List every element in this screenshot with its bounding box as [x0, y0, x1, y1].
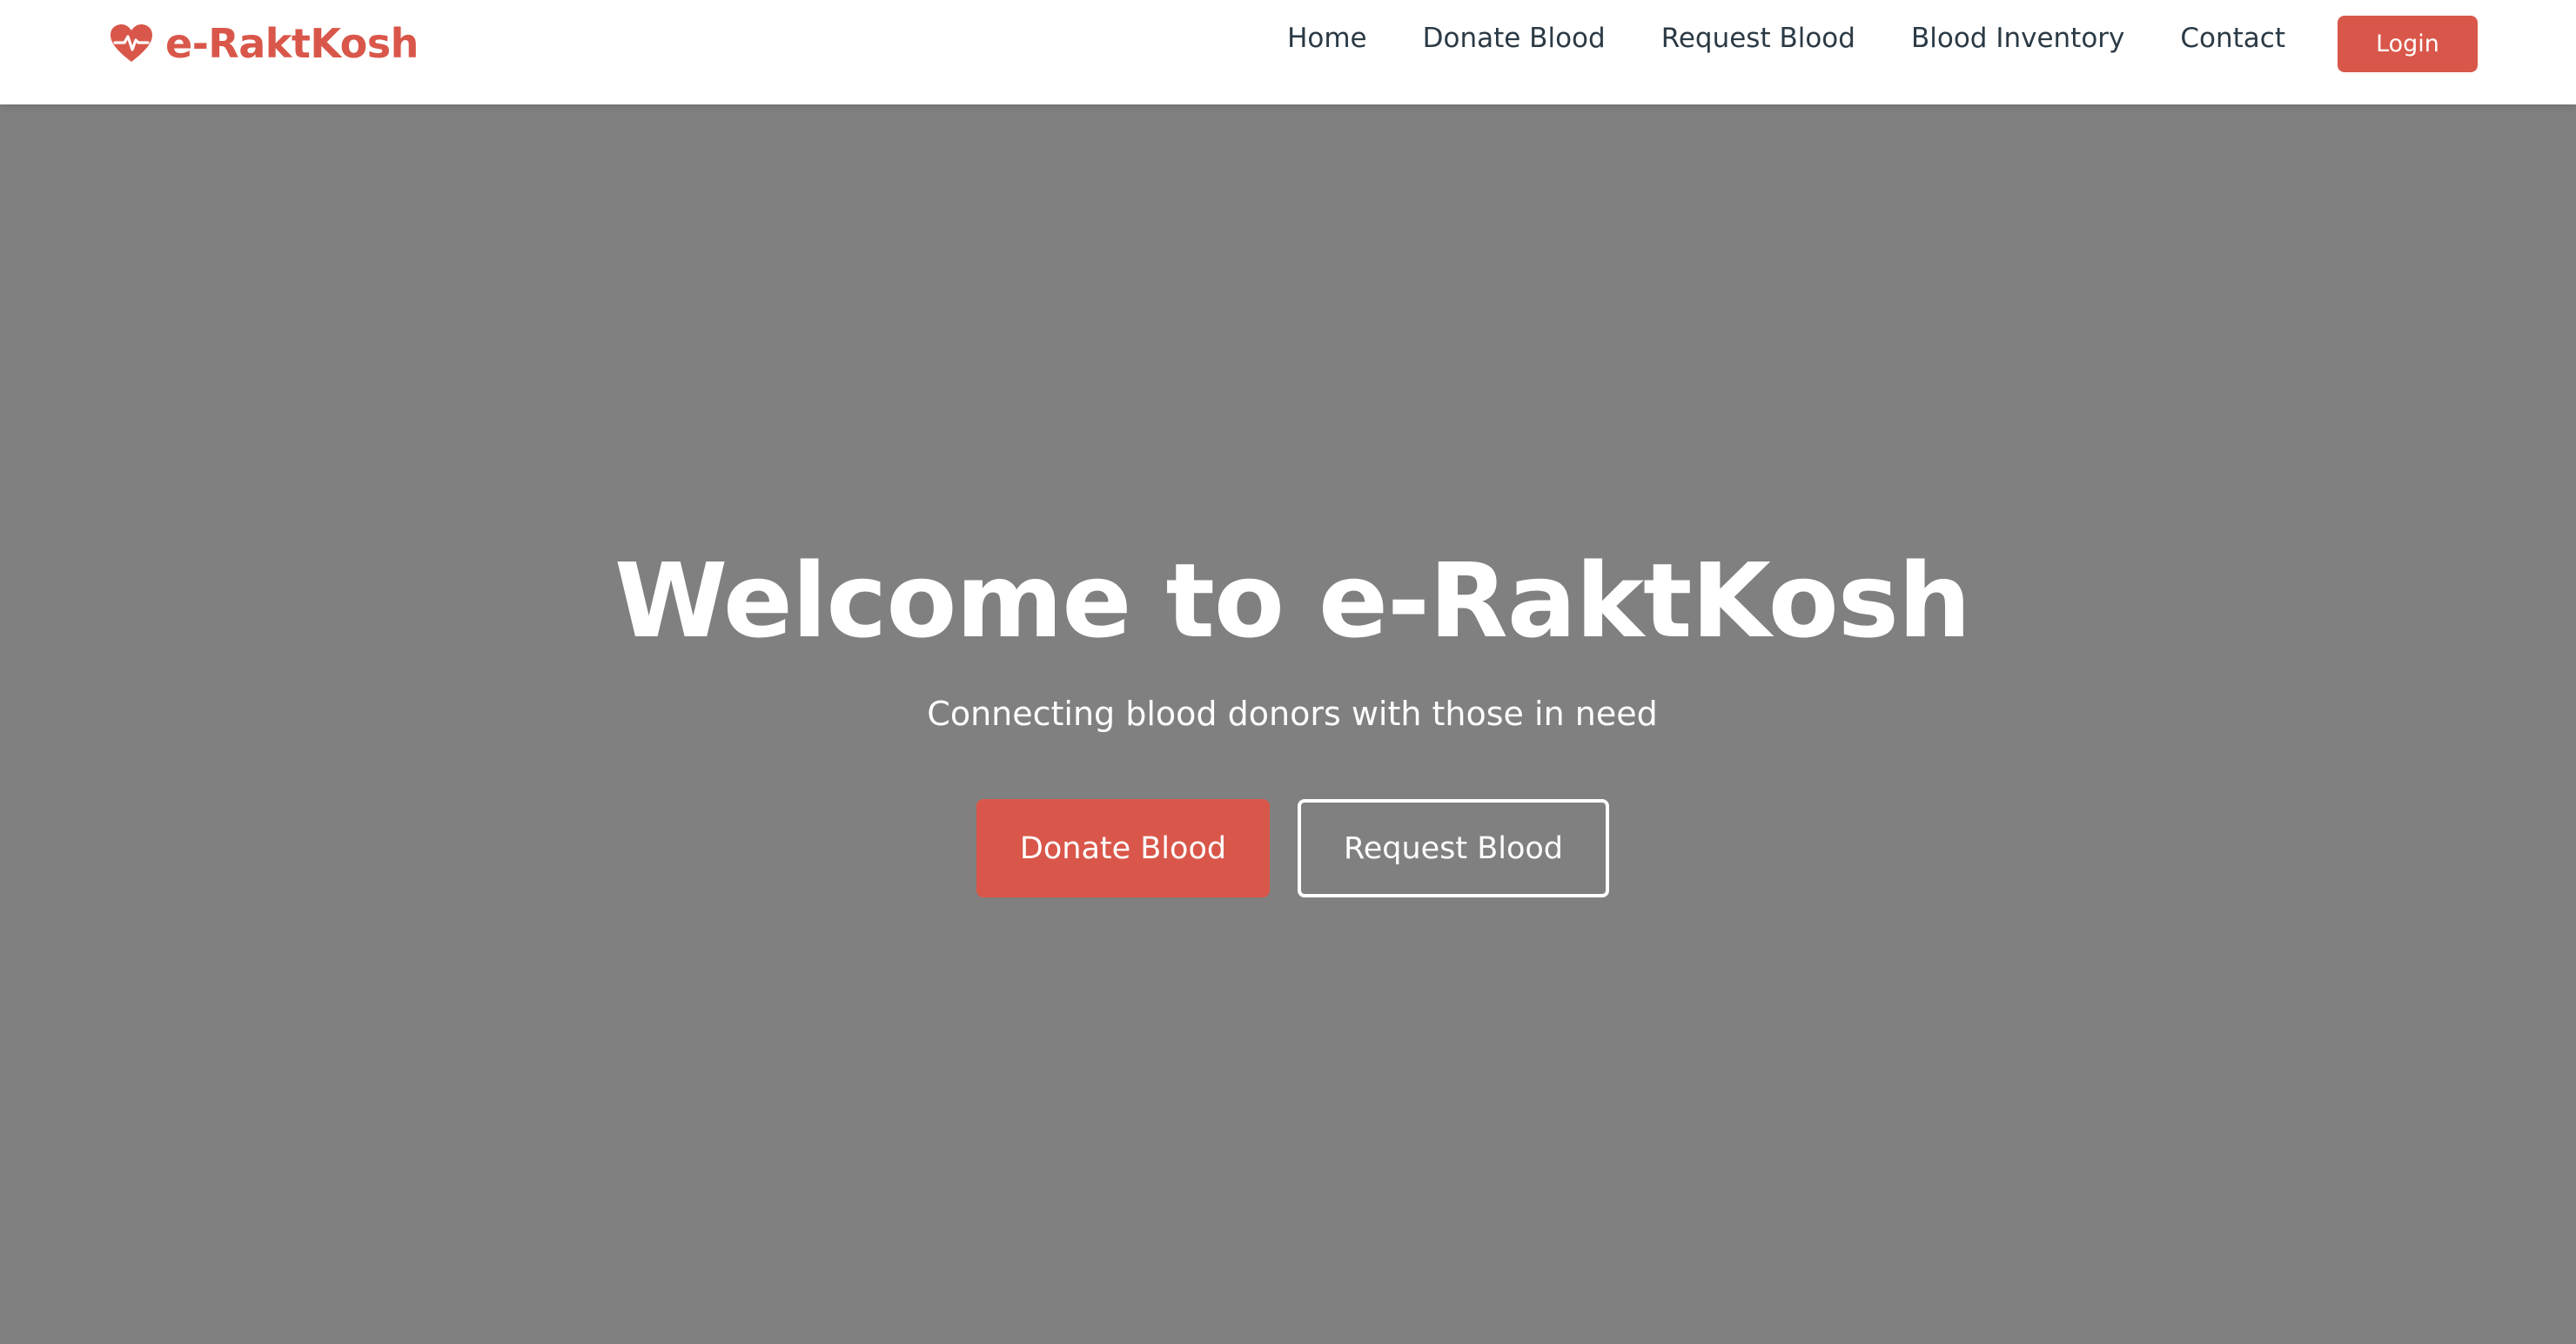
heart-pulse-icon	[111, 24, 152, 62]
nav-item-donate-blood[interactable]: Donate Blood	[1423, 17, 1606, 59]
nav-item-home[interactable]: Home	[1287, 17, 1367, 59]
hero-section: Welcome to e-RaktKosh Connecting blood d…	[0, 104, 2576, 1344]
main-nav: Home Donate Blood Request Blood Blood In…	[1287, 17, 2285, 59]
donate-blood-button[interactable]: Donate Blood	[976, 799, 1270, 897]
nav-item-blood-inventory[interactable]: Blood Inventory	[1911, 17, 2124, 59]
request-blood-button[interactable]: Request Blood	[1298, 799, 1609, 897]
nav-item-request-blood[interactable]: Request Blood	[1661, 17, 1855, 59]
brand-name: e-RaktKosh	[165, 20, 419, 67]
hero-subtitle: Connecting blood donors with those in ne…	[927, 695, 1658, 733]
navbar: e-RaktKosh Home Donate Blood Request Blo…	[0, 0, 2576, 104]
brand-logo[interactable]: e-RaktKosh	[110, 19, 419, 68]
login-button[interactable]: Login	[2338, 16, 2478, 72]
hero-title: Welcome to e-RaktKosh	[614, 541, 1971, 661]
nav-item-contact[interactable]: Contact	[2180, 17, 2285, 59]
